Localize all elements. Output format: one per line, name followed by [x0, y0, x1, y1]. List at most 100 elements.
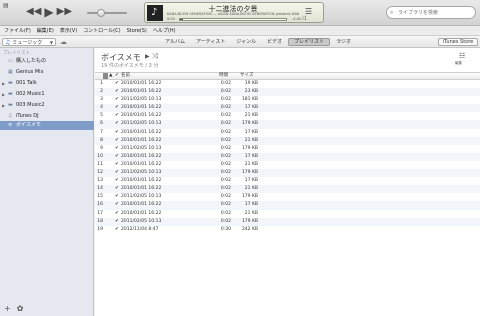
checkmark-icon[interactable]: ✔ [115, 120, 119, 128]
menu-controls[interactable]: コントロール(C) [83, 27, 120, 34]
track-time: 0:02 [220, 129, 231, 135]
sort-indicator[interactable] [103, 73, 108, 79]
table-row[interactable]: 5 ✔ 2010/01/01 16:22 0:02 21 KB [95, 112, 480, 120]
track-name: 2011/02/05 10:13 [121, 145, 162, 151]
checkmark-icon[interactable]: ✔ [115, 226, 119, 234]
table-row[interactable]: 6 ✔ 2011/02/05 10:13 0:02 179 KB [95, 120, 480, 129]
rewind-icon[interactable]: ◀◀ [26, 6, 41, 18]
edit-playlist-icon[interactable]: ☷ [459, 52, 465, 60]
track-time: 0:02 [220, 89, 231, 95]
menu-help[interactable]: ヘルプ(H) [153, 27, 176, 34]
sidebar-item-label: 001 Talk [16, 80, 37, 86]
checkmark-icon[interactable]: ✔ [115, 80, 119, 88]
table-row[interactable]: 18 ✔ 2011/02/05 10:13 0:02 179 KB [95, 217, 480, 226]
track-size: 23 KB [244, 89, 258, 95]
column-header-time[interactable]: 時間 [219, 73, 228, 79]
checkmark-icon[interactable]: ✔ [115, 112, 119, 120]
checkmark-icon[interactable]: ✔ [115, 185, 119, 193]
checkmark-icon[interactable]: ✔ [115, 145, 119, 153]
library-selector[interactable]: ♫ ミュージック ▼ [2, 38, 56, 46]
sidebar-item-002-music1[interactable]: ▶ ▬ 002 Music1 [0, 90, 94, 99]
table-row[interactable]: 11 ✔ 2010/01/01 16:22 0:02 21 KB [95, 161, 480, 169]
track-time: 0:02 [220, 137, 231, 143]
album-art[interactable]: ♪ [147, 5, 163, 21]
sidebar-item-genius-mix[interactable]: ▦ Genius Mix [0, 68, 94, 77]
up-next-list-icon[interactable]: ☰ [305, 7, 312, 16]
track-time: 0:02 [220, 105, 231, 111]
sidebar-item-001-talk[interactable]: ▶ ▬ 001 Talk [0, 79, 94, 88]
table-row[interactable]: 1 ✔ 2010/01/01 16:22 0:02 19 KB [95, 80, 480, 88]
table-row[interactable]: 16 ✔ 2010/01/01 16:22 0:02 17 KB [95, 201, 480, 210]
app-menu-icon[interactable]: ▤ [3, 3, 12, 9]
table-row[interactable]: 2 ✔ 2010/01/01 16:22 0:02 23 KB [95, 88, 480, 97]
table-row[interactable]: 7 ✔ 2010/01/01 16:22 0:02 17 KB [95, 129, 480, 137]
shuffle-playlist-icon[interactable]: ⤨ [152, 52, 158, 61]
play-icon[interactable]: ▶ [44, 6, 53, 18]
checkmark-icon[interactable]: ✔ [115, 218, 119, 226]
track-size: 242 KB [241, 226, 258, 232]
sidebar-item-voice-memos[interactable]: ≡ ボイスメモ [0, 121, 94, 130]
checkmark-icon[interactable]: ✔ [115, 104, 119, 112]
music-note-icon: ♪ [151, 7, 158, 18]
table-row[interactable]: 12 ✔ 2011/02/05 10:13 0:02 179 KB [95, 169, 480, 178]
sort-arrow-icon[interactable]: ▲ [109, 73, 112, 79]
checkmark-icon[interactable]: ✔ [115, 88, 119, 96]
sidebar-item-purchased[interactable]: ▭ 購入したもの [0, 57, 94, 66]
table-row[interactable]: 19 ✔ 2012/11/04 8:47 0:30 242 KB [95, 226, 480, 234]
checkbox-column-icon[interactable]: ✔ [115, 73, 119, 79]
checkmark-icon[interactable]: ✔ [115, 161, 119, 169]
checkmark-icon[interactable]: ✔ [115, 129, 119, 137]
disclosure-triangle-icon[interactable]: ▶ [2, 101, 5, 110]
menu-view[interactable]: 表示(V) [60, 27, 77, 34]
tab-artists[interactable]: アーティスト [191, 38, 230, 46]
forward-icon[interactable]: ▶▶ [57, 6, 72, 18]
progress-bar[interactable] [179, 18, 287, 21]
checkmark-icon[interactable]: ✔ [115, 201, 119, 209]
shuffle-icon[interactable]: ⤨ [301, 15, 306, 23]
menu-edit[interactable]: 編集(E) [37, 27, 54, 34]
checkmark-icon[interactable]: ✔ [115, 137, 119, 145]
tab-playlists[interactable]: プレイリスト [288, 38, 331, 46]
checkmark-icon[interactable]: ✔ [115, 153, 119, 161]
table-row[interactable]: 10 ✔ 2010/01/01 16:22 0:02 17 KB [95, 152, 480, 161]
column-header-size[interactable]: サイズ [240, 73, 253, 79]
table-row[interactable]: 15 ✔ 2011/02/05 10:13 0:02 179 KB [95, 193, 480, 201]
track-name: 2010/01/01 16:22 [121, 178, 162, 184]
search-box[interactable]: ⌕ [386, 6, 476, 19]
settings-gear-icon[interactable]: ✿ [17, 304, 24, 313]
search-input[interactable] [398, 7, 474, 18]
menu-file[interactable]: ファイル(F) [4, 27, 31, 34]
disclosure-triangle-icon[interactable]: ▶ [2, 79, 5, 88]
volume-slider[interactable] [87, 9, 127, 17]
table-row[interactable]: 8 ✔ 2010/01/01 16:22 0:02 21 KB [95, 136, 480, 145]
play-playlist-icon[interactable]: ▶ [145, 53, 150, 60]
disclosure-triangle-icon[interactable]: ▶ [2, 90, 5, 99]
column-header-name[interactable]: 名前 [121, 73, 130, 79]
checkmark-icon[interactable]: ✔ [115, 169, 119, 177]
table-row[interactable]: 9 ✔ 2011/02/05 10:13 0:02 179 KB [95, 145, 480, 153]
folder-icon: ▬ [8, 102, 13, 108]
table-row[interactable]: 3 ✔ 2011/02/05 10:13 0:02 181 KB [95, 96, 480, 104]
table-row[interactable]: 13 ✔ 2010/01/01 16:22 0:02 17 KB [95, 177, 480, 185]
edit-playlist-label[interactable]: 編集 [455, 61, 462, 66]
add-playlist-icon[interactable]: + [4, 304, 11, 313]
table-row[interactable]: 14 ✔ 2010/01/01 16:22 0:02 21 KB [95, 185, 480, 194]
menu-store[interactable]: Store(S) [127, 28, 147, 34]
tab-videos[interactable]: ビデオ [262, 38, 287, 46]
cloud-icon[interactable]: ☁ [60, 38, 67, 46]
table-row[interactable]: 17 ✔ 2010/01/01 16:22 0:02 21 KB [95, 210, 480, 218]
track-number: 2 [100, 89, 103, 95]
sidebar-item-003-music2[interactable]: ▶ ▬ 003 Music2 [0, 101, 94, 110]
tab-genres[interactable]: ジャンル [231, 38, 261, 46]
table-row[interactable]: 4 ✔ 2010/01/01 16:22 0:02 17 KB [95, 104, 480, 113]
remaining-time: -4:40 [292, 17, 302, 21]
sidebar-item-itunes-dj[interactable]: ♫ iTunes DJ [0, 112, 94, 121]
checkmark-icon[interactable]: ✔ [115, 96, 119, 104]
checkmark-icon[interactable]: ✔ [115, 177, 119, 185]
itunes-store-button[interactable]: iTunes Store [438, 38, 478, 46]
checkmark-icon[interactable]: ✔ [115, 193, 119, 201]
checkmark-icon[interactable]: ✔ [115, 210, 119, 218]
tab-radio[interactable]: ラジオ [331, 38, 356, 46]
tab-albums[interactable]: アルバム [160, 38, 190, 46]
volume-knob[interactable] [96, 9, 105, 17]
